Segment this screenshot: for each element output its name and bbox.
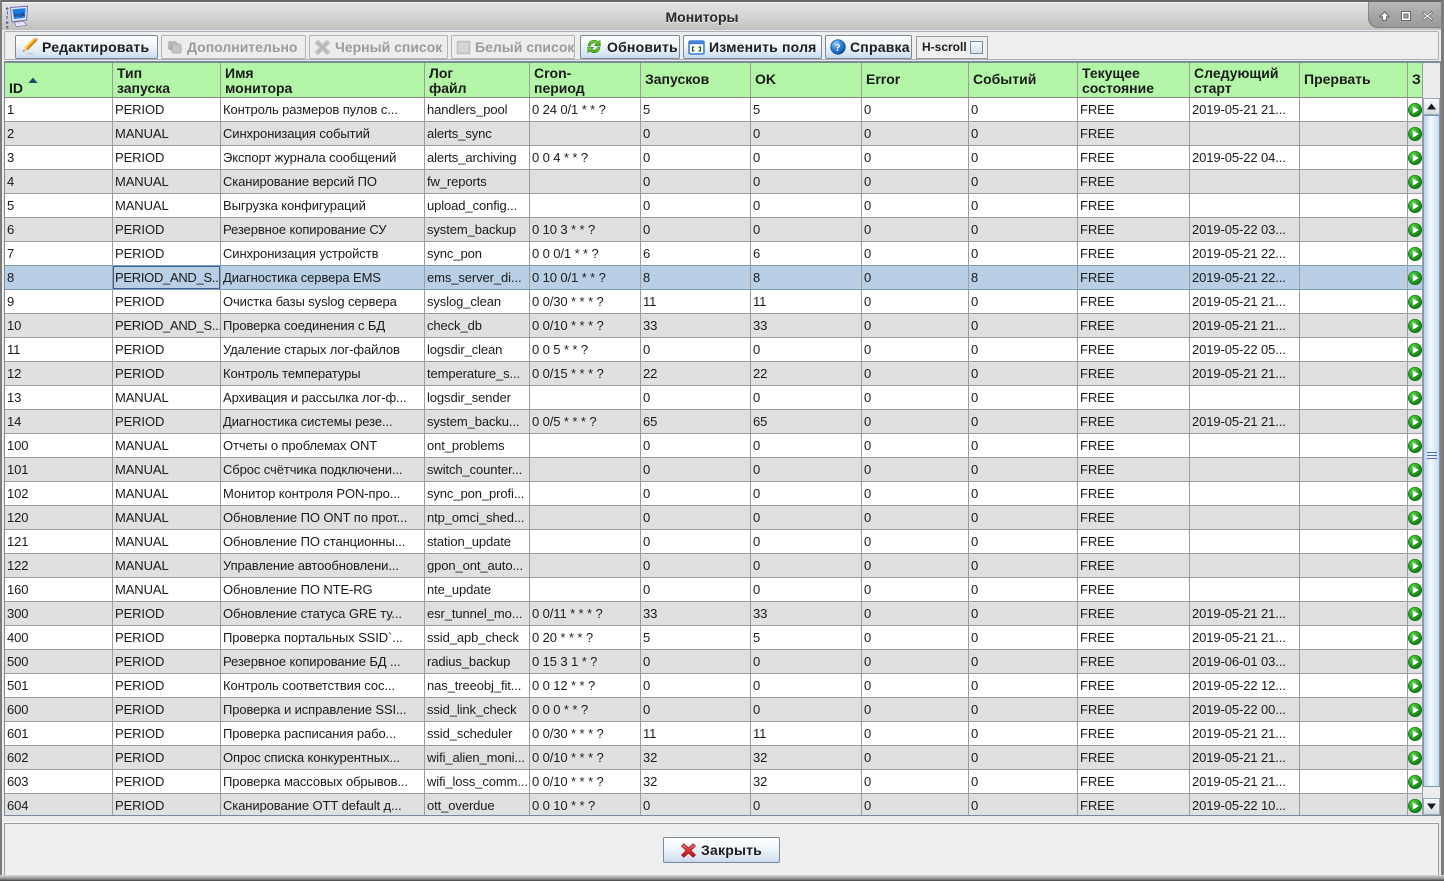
svg-text:?: ? [835,42,841,54]
svg-text:x: x [6,24,9,29]
